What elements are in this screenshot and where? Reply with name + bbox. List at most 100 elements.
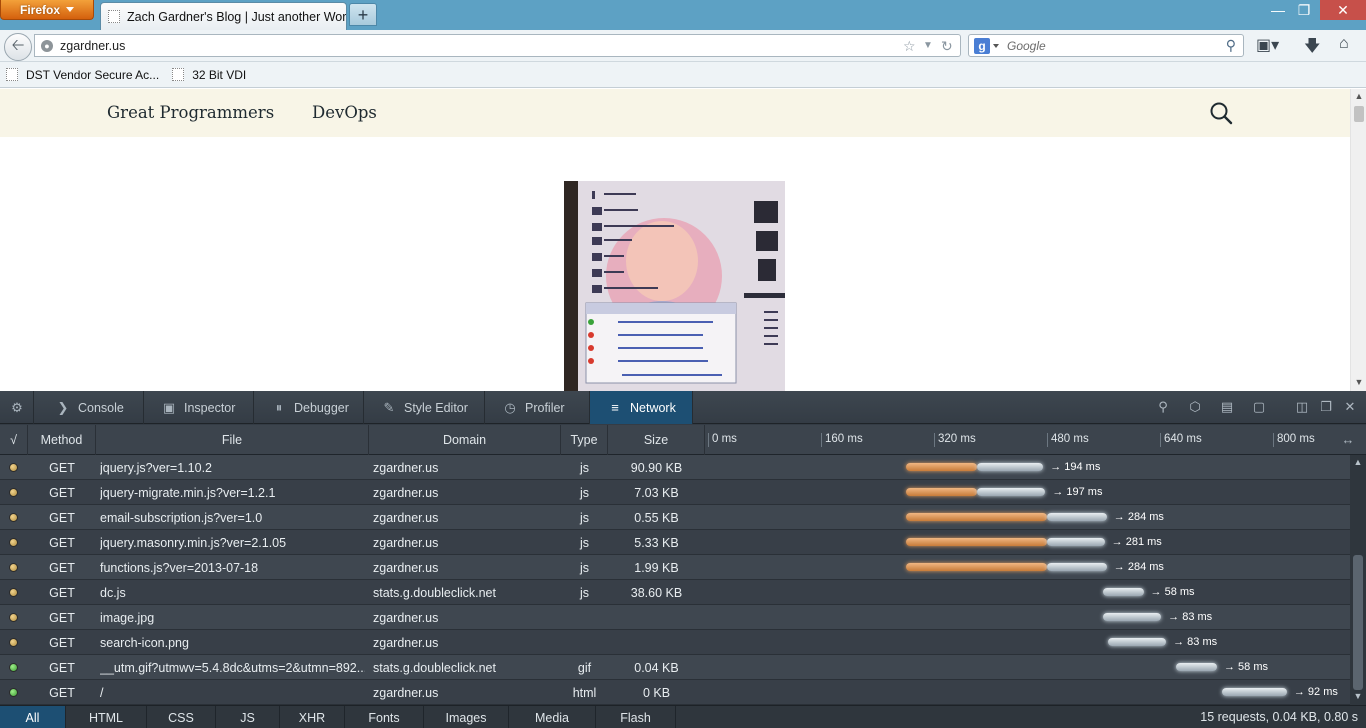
bookmarks-menu-icon[interactable]: ▣▾ <box>1256 35 1279 55</box>
request-row[interactable]: GET jquery.js?ver=1.10.2 zgardner.us js 90.9… <box>0 455 1350 480</box>
request-type <box>561 630 608 655</box>
type-column-header[interactable]: Type <box>561 425 608 455</box>
request-method: GET <box>49 535 75 550</box>
history-dropdown-icon[interactable]: ▼ <box>923 40 933 51</box>
request-status <box>9 480 21 505</box>
timing-bar-waiting <box>906 563 1048 571</box>
timing-bar-waiting <box>906 463 977 471</box>
network-scroll-thumb[interactable] <box>1353 555 1363 690</box>
url-bar[interactable]: ● zgardner.us ☆ ▼ ↻ <box>34 34 961 57</box>
file-column-header[interactable]: File <box>96 425 369 455</box>
url-text[interactable]: zgardner.us <box>60 39 125 53</box>
filter-button-html[interactable]: HTML <box>66 706 147 728</box>
minimize-window-icon[interactable]: — <box>1266 0 1290 20</box>
tab-console[interactable]: ❯ Console <box>34 391 144 424</box>
bookmark-favicon-icon <box>6 68 18 81</box>
close-window-icon[interactable]: ✕ <box>1320 0 1366 20</box>
bookmarks-toolbar: DST Vendor Secure Ac... 32 Bit VDI <box>0 62 1366 88</box>
request-row[interactable]: GET dc.js stats.g.doubleclick.net js 38.60 K… <box>0 580 1350 605</box>
filter-button-flash[interactable]: Flash <box>596 706 676 728</box>
globe-icon[interactable]: ● <box>41 39 53 52</box>
tab-network[interactable]: ≡ Network <box>590 391 693 424</box>
timeline-tick-line <box>708 433 709 447</box>
scroll-down-icon[interactable]: ▼ <box>1351 377 1366 387</box>
filter-button-css[interactable]: CSS <box>147 706 216 728</box>
page-scroll-thumb[interactable] <box>1354 106 1364 122</box>
request-row[interactable]: GET functions.js?ver=2013-07-18 zgardner.u… <box>0 555 1350 580</box>
method-column-header[interactable]: Method <box>28 425 96 455</box>
request-type <box>561 605 608 630</box>
request-row[interactable]: GET __utm.gif?utmwv=5.4.8dc&utms=2&utmn=8… <box>0 655 1350 680</box>
timing-bar-receiving <box>1221 688 1287 696</box>
new-tab-button[interactable]: + <box>349 3 377 26</box>
filter-button-xhr[interactable]: XHR <box>280 706 345 728</box>
chevron-down-icon[interactable] <box>993 43 999 48</box>
console-icon: ❯ <box>57 399 69 415</box>
plus-icon: + <box>357 4 369 25</box>
featured-post-image[interactable] <box>564 181 785 391</box>
tab-style-editor[interactable]: ✎ Style Editor <box>364 391 485 424</box>
search-bar[interactable]: g Google ⚲ <box>968 34 1244 57</box>
request-row[interactable]: GET / zgardner.us html 0 KB → 92 ms <box>0 680 1350 705</box>
request-type: gif <box>577 660 592 675</box>
request-row[interactable]: GET search-icon.png zgardner.us → 83 ms <box>0 630 1350 655</box>
bookmark-star-icon[interactable]: ☆ <box>903 38 916 55</box>
menu-link-devops[interactable]: DevOps <box>312 103 377 122</box>
request-domain: stats.g.doubleclick.net <box>373 660 496 675</box>
status-column-header[interactable]: √ <box>0 425 28 455</box>
dock-side-icon[interactable]: ◫ <box>1295 400 1309 414</box>
browser-tab-active[interactable]: Zach Gardner's Blog | Just another Word.… <box>100 2 347 30</box>
request-row[interactable]: GET image.jpg zgardner.us → 83 ms <box>0 605 1350 630</box>
tab-debugger[interactable]: ⏸ Debugger <box>254 391 364 424</box>
filter-button-images[interactable]: Images <box>424 706 509 728</box>
filter-button-media[interactable]: Media <box>509 706 596 728</box>
home-icon[interactable]: ⌂ <box>1339 35 1349 53</box>
network-request-list: GET jquery.js?ver=1.10.2 zgardner.us js 90.9… <box>0 455 1350 705</box>
request-row[interactable]: GET jquery.masonry.min.js?ver=2.1.05 zgard… <box>0 530 1350 555</box>
request-domain: zgardner.us <box>373 610 439 625</box>
tab-profiler[interactable]: ◷ Profiler <box>485 391 590 424</box>
scroll-down-icon[interactable]: ▼ <box>1350 691 1366 701</box>
filter-button-js[interactable]: JS <box>216 706 280 728</box>
scratchpad-icon[interactable]: ▤ <box>1220 400 1234 414</box>
domain-column-header[interactable]: Domain <box>369 425 561 455</box>
back-button[interactable]: 🡠 <box>4 33 32 61</box>
page-scrollbar[interactable]: ▲ ▼ <box>1350 89 1366 391</box>
downloads-icon[interactable]: 🡇 <box>1304 35 1320 62</box>
tab-inspector[interactable]: ▣ Inspector <box>144 391 254 424</box>
request-row[interactable]: GET email-subscription.js?ver=1.0 zgardner… <box>0 505 1350 530</box>
timeline-tick-label: 480 ms <box>1051 433 1089 445</box>
scroll-up-icon[interactable]: ▲ <box>1351 91 1366 101</box>
request-row[interactable]: GET jquery-migrate.min.js?ver=1.2.1 zgardn… <box>0 480 1350 505</box>
pick-element-icon[interactable]: ⚲ <box>1156 400 1170 414</box>
reload-icon[interactable]: ↻ <box>941 38 953 55</box>
network-scrollbar[interactable]: ▲ ▼ <box>1350 455 1366 705</box>
request-status <box>9 680 21 705</box>
network-table-header: √ Method File Domain Type Size 0 ms 160 m… <box>0 425 1366 455</box>
search-icon[interactable]: ⚲ <box>1226 37 1236 54</box>
filter-button-all[interactable]: All <box>0 706 66 728</box>
search-input[interactable]: Google <box>1007 39 1046 53</box>
size-column-header[interactable]: Size <box>608 425 705 455</box>
close-devtools-icon[interactable]: ✕ <box>1343 400 1357 414</box>
menu-link-great-programmers[interactable]: Great Programmers <box>107 103 274 122</box>
timing-duration-label: → 83 ms <box>1173 636 1218 648</box>
restore-window-icon[interactable]: ❐ <box>1292 0 1316 20</box>
google-engine-icon[interactable]: g <box>974 37 990 54</box>
bookmark-item[interactable]: DST Vendor Secure Ac... <box>6 68 159 82</box>
scroll-up-icon[interactable]: ▲ <box>1350 457 1366 467</box>
request-domain: zgardner.us <box>373 535 439 550</box>
firefox-menu-button[interactable]: Firefox <box>0 0 94 20</box>
request-size: 1.99 KB <box>634 560 679 575</box>
responsive-mode-icon[interactable]: ▢ <box>1252 400 1266 414</box>
timing-bar-receiving <box>976 463 1044 471</box>
search-icon[interactable] <box>1209 101 1233 125</box>
devtools-options-button[interactable]: ⚙ <box>0 391 34 424</box>
3d-view-icon[interactable]: ⬡ <box>1188 400 1202 414</box>
expand-timeline-icon[interactable]: ↔ <box>1341 433 1355 447</box>
bookmark-item[interactable]: 32 Bit VDI <box>172 68 246 82</box>
timing-bar-receiving <box>1102 613 1162 621</box>
timing-bar-waiting <box>906 488 977 496</box>
undock-window-icon[interactable]: ❐ <box>1319 400 1333 414</box>
filter-button-fonts[interactable]: Fonts <box>345 706 424 728</box>
